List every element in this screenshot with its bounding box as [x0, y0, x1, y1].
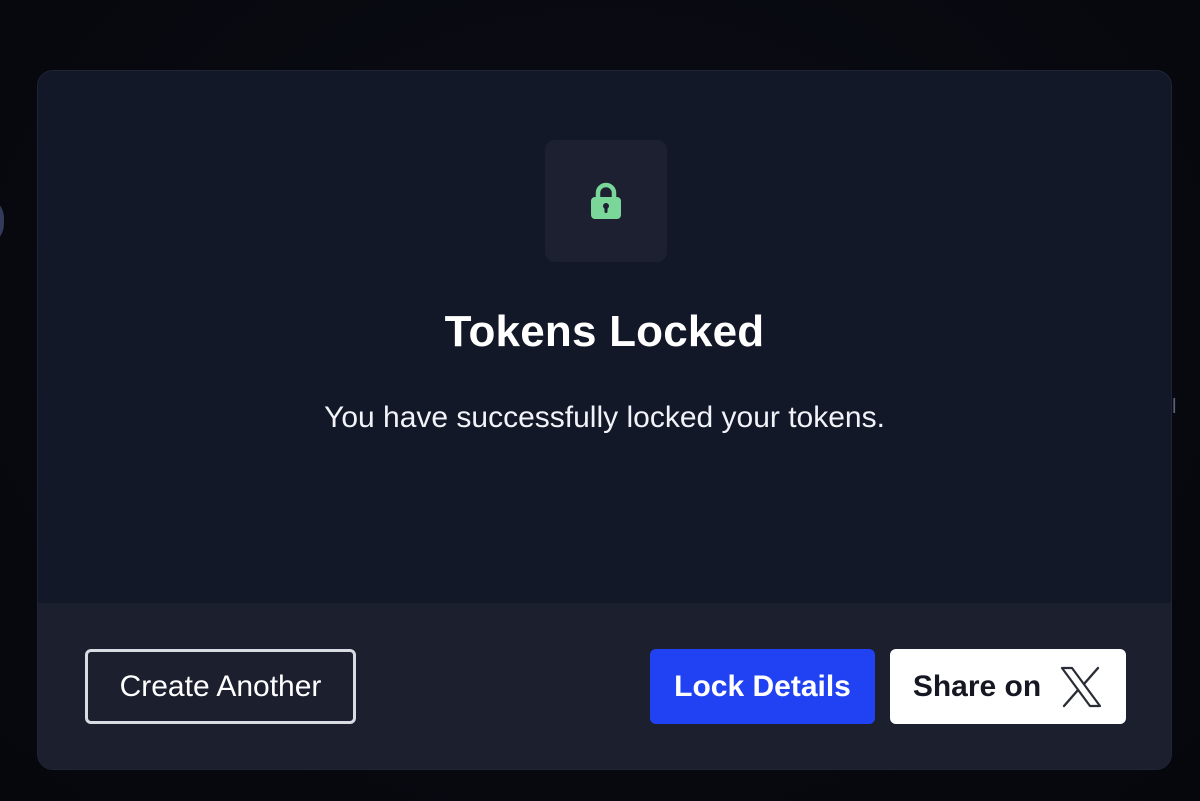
- lock-icon-tile: [545, 140, 667, 262]
- background-text-fragment: l: [1172, 396, 1177, 418]
- lock-details-label: Lock Details: [674, 669, 851, 703]
- share-on-label: Share on: [912, 669, 1042, 703]
- modal-message: You have successfully locked your tokens…: [324, 401, 885, 434]
- tokens-locked-modal: Tokens Locked You have successfully lock…: [37, 70, 1172, 770]
- share-on-x-button[interactable]: Share on: [890, 649, 1126, 724]
- x-logo-icon: [1059, 665, 1103, 709]
- create-another-label: Create Another: [119, 669, 322, 703]
- modal-body: Tokens Locked You have successfully lock…: [38, 71, 1171, 603]
- lock-icon: [589, 182, 623, 220]
- modal-footer: Create Another Lock Details Share on: [38, 603, 1171, 769]
- create-another-button[interactable]: Create Another: [85, 649, 356, 724]
- modal-title: Tokens Locked: [444, 307, 765, 356]
- lock-details-button[interactable]: Lock Details: [650, 649, 875, 724]
